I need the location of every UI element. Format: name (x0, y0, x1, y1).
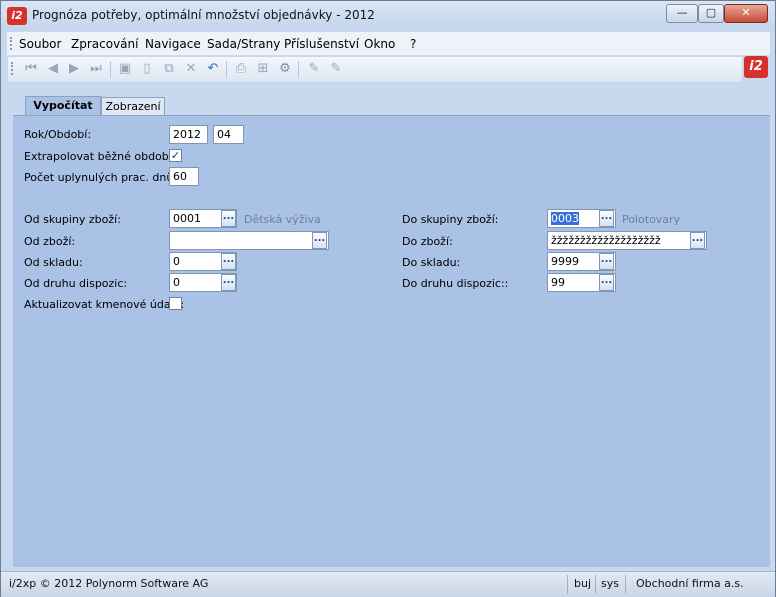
app-logo-icon: i2 (7, 7, 27, 25)
save-icon[interactable]: ▣ (116, 60, 134, 78)
status-separator (625, 575, 626, 594)
menu-soubor[interactable]: Soubor (19, 37, 61, 51)
maximize-button[interactable]: ▢ (698, 4, 724, 23)
close-button[interactable]: ✕ (724, 4, 768, 23)
do-skupiny-value: 0003 (551, 212, 579, 225)
copy-icon[interactable]: ⧉ (160, 60, 178, 78)
toolbar-grip-icon (11, 62, 16, 75)
extrapolate-checkbox[interactable]: ✓ (169, 149, 182, 162)
status-user: buj (574, 577, 592, 590)
delete-icon[interactable]: ✕ (182, 60, 200, 78)
od-skupiny-browse-button[interactable]: ... (221, 210, 236, 227)
edit-pen-icon[interactable]: ✎ (305, 60, 323, 78)
od-zbozi-label: Od zboží: (24, 235, 76, 248)
menu-sada-strany[interactable]: Sada/Strany (207, 37, 280, 51)
od-druhu-browse-button[interactable]: ... (221, 274, 236, 291)
rok-input[interactable]: 2012 (169, 125, 208, 144)
do-skupiny-description: Polotovary (622, 213, 681, 226)
pocet-dnu-input[interactable]: 60 (169, 167, 199, 186)
title-bar: i2 Prognóza potřeby, optimální množství … (1, 1, 775, 31)
do-zbozi-input[interactable]: žžžžžžžžžžžžžžžžžžž (547, 231, 707, 250)
toolbar-separator (298, 61, 299, 78)
main-window: i2 Prognóza potřeby, optimální množství … (0, 0, 776, 597)
menu-zpracovani[interactable]: Zpracování (71, 37, 138, 51)
do-zbozi-browse-button[interactable]: ... (690, 232, 705, 249)
edit-pen-disabled-icon[interactable]: ✎ (327, 60, 345, 78)
next-record-icon[interactable]: ▶ (65, 60, 83, 78)
od-skladu-browse-button[interactable]: ... (221, 253, 236, 270)
od-skupiny-label: Od skupiny zboží: (24, 213, 121, 226)
od-zbozi-browse-button[interactable]: ... (312, 232, 327, 249)
od-skupiny-description: Dětská výživa (244, 213, 321, 226)
pocet-dnu-label: Počet uplynulých prac. dnů: (24, 171, 178, 184)
menu-navigace[interactable]: Navigace (145, 37, 201, 51)
window-title: Prognóza potřeby, optimální množství obj… (32, 8, 375, 22)
menu-help[interactable]: ? (410, 37, 416, 51)
status-bar: i/2xp © 2012 Polynorm Software AG buj sy… (1, 571, 775, 597)
status-system: sys (601, 577, 619, 590)
obdobi-input[interactable]: 04 (213, 125, 244, 144)
menu-okno[interactable]: Okno (364, 37, 395, 51)
do-druhu-browse-button[interactable]: ... (599, 274, 614, 291)
od-zbozi-input[interactable] (169, 231, 329, 250)
do-skupiny-browse-button[interactable]: ... (599, 210, 614, 227)
status-company: Obchodní firma a.s. (636, 577, 744, 590)
menu-prislusenstvi[interactable]: Příslušenství (284, 37, 359, 51)
brand-logo-icon: i2 (744, 56, 768, 78)
print-icon[interactable]: ⎙ (232, 60, 250, 78)
od-skladu-label: Od skladu: (24, 256, 83, 269)
toolbar-separator (110, 61, 111, 78)
last-record-icon[interactable]: ⏭ (87, 60, 105, 78)
extrapolate-label: Extrapolovat běžné období: (24, 150, 176, 163)
do-skladu-browse-button[interactable]: ... (599, 253, 614, 270)
tree-icon[interactable]: ⊞ (254, 60, 272, 78)
undo-icon[interactable]: ↶ (204, 60, 222, 78)
toolbar-separator (226, 61, 227, 78)
settings-gear-icon[interactable]: ⚙ (276, 60, 294, 78)
tab-vypocitat[interactable]: Vypočítat (25, 96, 101, 116)
menu-bar: Soubor Zpracování Navigace Sada/Strany P… (7, 32, 770, 56)
first-record-icon[interactable]: ⏮ (22, 60, 40, 78)
status-separator (595, 575, 596, 594)
menu-grip-icon (10, 37, 15, 50)
tab-zobrazeni[interactable]: Zobrazení (101, 97, 165, 116)
aktualizovat-checkbox[interactable] (169, 297, 182, 310)
minimize-button[interactable]: — (666, 4, 698, 23)
toolbar: ⏮ ◀ ▶ ⏭ ▣ ▯ ⧉ ✕ ↶ ⎙ ⊞ ⚙ ✎ ✎ (7, 56, 743, 83)
do-skupiny-label: Do skupiny zboží: (402, 213, 499, 226)
aktualizovat-label: Aktualizovat kmenové údaje: (24, 298, 185, 311)
status-separator (567, 575, 568, 594)
do-skladu-label: Do skladu: (402, 256, 461, 269)
od-druhu-label: Od druhu dispozic: (24, 277, 128, 290)
status-copyright: i/2xp © 2012 Polynorm Software AG (9, 577, 209, 590)
do-zbozi-label: Do zboží: (402, 235, 453, 248)
rok-obdobi-label: Rok/Období: (24, 128, 92, 141)
do-druhu-label: Do druhu dispozic:: (402, 277, 509, 290)
prev-record-icon[interactable]: ◀ (44, 60, 62, 78)
new-document-icon[interactable]: ▯ (138, 60, 156, 78)
